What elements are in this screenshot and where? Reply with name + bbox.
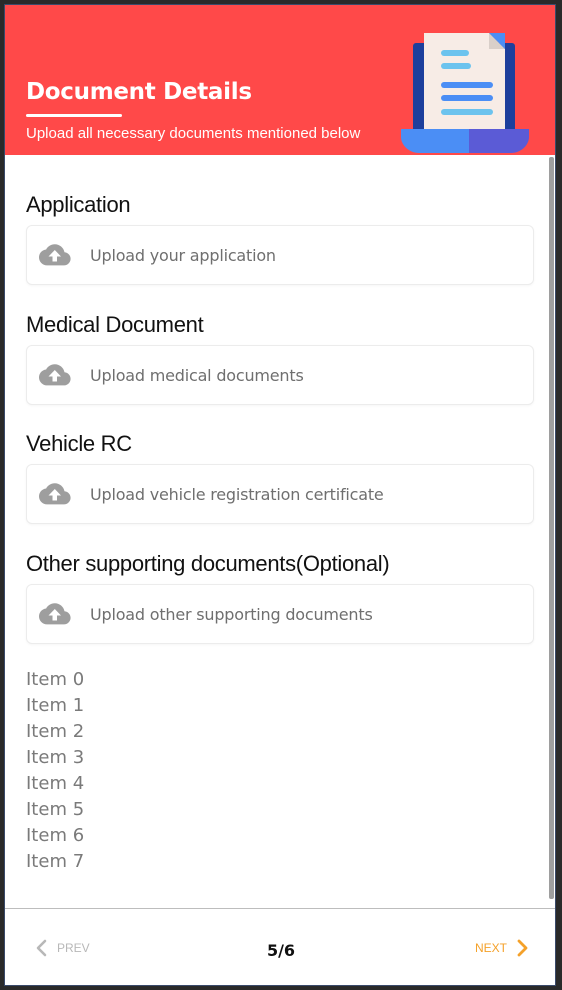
list-item[interactable]: Item 4	[26, 771, 84, 797]
app-screen: Document Details Upload all necessary do…	[4, 4, 556, 986]
page-title: Document Details	[26, 79, 252, 105]
upload-vehicle-rc-placeholder: Upload vehicle registration certificate	[90, 485, 384, 504]
vertical-scrollbar[interactable]	[549, 157, 554, 899]
section-title-vehicle-rc: Vehicle RC	[26, 431, 132, 456]
next-button[interactable]: NEXT	[475, 937, 531, 959]
upload-other-documents-card[interactable]: Upload other supporting documents	[26, 584, 534, 644]
upload-application-placeholder: Upload your application	[90, 246, 276, 265]
pager-footer: PREV 5/6 NEXT	[5, 908, 555, 985]
next-label: NEXT	[474, 941, 507, 955]
upload-other-documents-placeholder: Upload other supporting documents	[90, 605, 373, 624]
upload-medical-placeholder: Upload medical documents	[90, 366, 304, 385]
cloud-upload-icon	[39, 603, 71, 625]
list-item[interactable]: Item 0	[26, 667, 84, 693]
list-item[interactable]: Item 5	[26, 797, 84, 823]
upload-vehicle-rc-card[interactable]: Upload vehicle registration certificate	[26, 464, 534, 524]
page-indicator: 5/6	[266, 941, 296, 960]
upload-medical-card[interactable]: Upload medical documents	[26, 345, 534, 405]
document-on-laptop-illustration	[401, 33, 529, 153]
cloud-upload-icon	[39, 244, 71, 266]
section-title-medical-document: Medical Document	[26, 312, 204, 337]
chevron-right-icon	[517, 939, 528, 957]
page-subtitle: Upload all necessary documents mentioned…	[26, 125, 361, 142]
section-title-other-documents: Other supporting documents(Optional)	[26, 551, 390, 576]
list-item[interactable]: Item 7	[26, 849, 84, 875]
list-item[interactable]: Item 6	[26, 823, 84, 849]
title-underline	[26, 114, 122, 117]
item-list: Item 0 Item 1 Item 2 Item 3 Item 4 Item …	[26, 667, 84, 875]
document-form: Application Upload your application Medi…	[5, 155, 555, 907]
list-item[interactable]: Item 2	[26, 719, 84, 745]
upload-application-card[interactable]: Upload your application	[26, 225, 534, 285]
cloud-upload-icon	[39, 483, 71, 505]
list-item[interactable]: Item 1	[26, 693, 84, 719]
device-frame: Document Details Upload all necessary do…	[0, 0, 562, 990]
header-banner: Document Details Upload all necessary do…	[5, 5, 555, 155]
list-item[interactable]: Item 3	[26, 745, 84, 771]
section-title-application: Application	[26, 192, 131, 217]
cloud-upload-icon	[39, 364, 71, 386]
